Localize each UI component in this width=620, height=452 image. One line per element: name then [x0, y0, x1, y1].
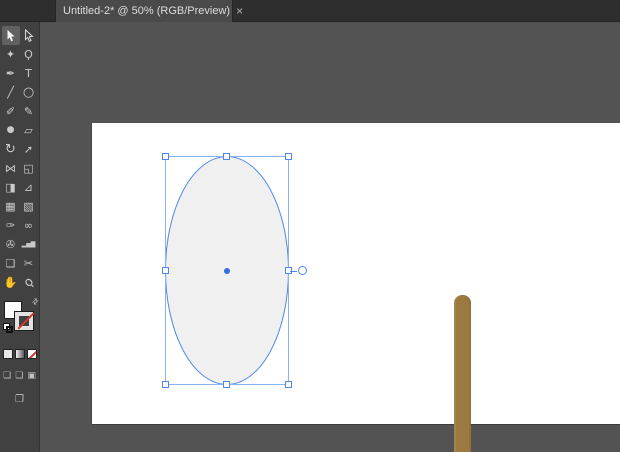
gradient-button[interactable]	[15, 349, 25, 359]
mesh-tool[interactable]: ▦	[2, 197, 20, 216]
paint-style-buttons	[3, 349, 37, 359]
artboard-icon: ❏	[6, 258, 16, 269]
blob-brush-tool[interactable]: ●	[2, 121, 20, 140]
artboard-tool[interactable]: ❏	[2, 254, 20, 273]
direct-selection-arrow-icon	[22, 29, 36, 43]
gradient-icon: ▧	[23, 201, 33, 212]
shape-builder-tool[interactable]: ◨	[2, 178, 20, 197]
free-transform-tool[interactable]: ◱	[20, 159, 38, 178]
pencil-tool[interactable]: ✎	[20, 102, 38, 121]
brown-rod-shape[interactable]	[454, 295, 471, 452]
width-icon: ⋈	[5, 163, 16, 174]
eraser-tool[interactable]: ▱	[20, 121, 38, 140]
symbol-sprayer-tool[interactable]: ✇	[2, 235, 20, 254]
scale-tool[interactable]: ➚	[20, 140, 38, 159]
selection-handle-middle-left[interactable]	[162, 267, 169, 274]
magic-wand-icon: ✦	[6, 49, 15, 60]
slice-tool[interactable]: ✂	[20, 254, 38, 273]
symbol-sprayer-icon: ✇	[6, 239, 15, 250]
pen-icon: ✒	[6, 68, 15, 79]
blob-brush-icon: ●	[7, 126, 15, 135]
selection-tool[interactable]	[2, 26, 20, 45]
scale-icon: ➚	[24, 144, 33, 155]
pen-tool[interactable]: ✒	[2, 64, 20, 83]
free-transform-icon: ◱	[23, 163, 33, 174]
selection-handle-top-middle[interactable]	[223, 153, 230, 160]
hand-tool[interactable]: ✋	[2, 273, 20, 292]
type-tool[interactable]: T	[20, 64, 38, 83]
perspective-grid-icon: ⊿	[24, 182, 33, 193]
eraser-icon: ▱	[24, 125, 32, 136]
document-tab[interactable]: Untitled-2* @ 50% (RGB/Preview) ×	[55, 0, 233, 22]
ellipse-tool[interactable]: ○	[20, 83, 38, 102]
width-tool[interactable]: ⋈	[2, 159, 20, 178]
line-segment-icon: ╱	[7, 87, 14, 98]
default-stroke-mini	[6, 326, 13, 333]
screen-mode-button[interactable]: ❐	[15, 394, 24, 405]
default-fill-stroke-icon[interactable]	[3, 323, 13, 333]
color-button[interactable]	[3, 349, 13, 359]
illustrator-window: Untitled-2* @ 50% (RGB/Preview) × ✦ Ϙ ✒ …	[0, 0, 620, 452]
tools-grid: ✦ Ϙ ✒ T ╱ ○ ✐ ✎ ● ▱ ↻ ➚ ⋈ ◱ ◨ ⊿ ▦ ▧ ✑ ∞ …	[2, 26, 38, 292]
tools-panel: ✦ Ϙ ✒ T ╱ ○ ✐ ✎ ● ▱ ↻ ➚ ⋈ ◱ ◨ ⊿ ▦ ▧ ✑ ∞ …	[0, 22, 40, 452]
selection-arrow-icon	[4, 29, 18, 43]
zoom-tool[interactable]: ϙ	[20, 273, 38, 292]
perspective-grid-tool[interactable]: ⊿	[20, 178, 38, 197]
ellipse-icon: ○	[23, 86, 34, 99]
magic-wand-tool[interactable]: ✦	[2, 45, 20, 64]
ellipse-center-point[interactable]	[224, 268, 230, 274]
selection-handle-bottom-middle[interactable]	[223, 381, 230, 388]
eyedropper-icon: ✑	[6, 220, 15, 231]
rotate-icon: ↻	[5, 143, 16, 156]
paintbrush-icon: ✐	[6, 106, 15, 117]
selection-handle-top-right[interactable]	[285, 153, 292, 160]
mesh-icon: ▦	[5, 201, 15, 212]
zoom-icon: ϙ	[21, 275, 36, 290]
gradient-tool[interactable]: ▧	[20, 197, 38, 216]
none-button[interactable]	[27, 349, 37, 359]
lasso-tool[interactable]: Ϙ	[20, 45, 38, 64]
selection-handle-bottom-left[interactable]	[162, 381, 169, 388]
column-graph-tool[interactable]: ▂▅▇	[20, 235, 38, 254]
selection-handle-bottom-right[interactable]	[285, 381, 292, 388]
blend-tool[interactable]: ∞	[20, 216, 38, 235]
selection-handle-top-left[interactable]	[162, 153, 169, 160]
draw-normal-icon[interactable]: ❏	[3, 371, 11, 381]
column-graph-icon: ▂▅▇	[22, 242, 36, 248]
hand-icon: ✋	[4, 277, 18, 288]
shape-builder-icon: ◨	[5, 182, 15, 193]
none-stroke-slash-icon	[17, 313, 34, 330]
eyedropper-tool[interactable]: ✑	[2, 216, 20, 235]
side-rotate-widget-icon[interactable]	[298, 266, 307, 275]
draw-behind-icon[interactable]: ❑	[15, 371, 23, 381]
close-tab-icon[interactable]: ×	[230, 5, 243, 17]
rotate-tool[interactable]: ↻	[2, 140, 20, 159]
direct-selection-tool[interactable]	[20, 26, 38, 45]
blend-icon: ∞	[24, 220, 33, 231]
line-segment-tool[interactable]: ╱	[2, 83, 20, 102]
fill-stroke-controls: ⇄	[4, 301, 36, 337]
side-widget-stem	[290, 271, 297, 272]
pencil-icon: ✎	[24, 106, 33, 117]
slice-icon: ✂	[24, 258, 33, 269]
document-tab-title: Untitled-2* @ 50% (RGB/Preview)	[63, 5, 230, 17]
lasso-icon: Ϙ	[24, 49, 33, 60]
draw-inside-icon[interactable]: ▣	[27, 371, 36, 381]
stroke-color-swatch[interactable]	[15, 312, 33, 330]
type-icon: T	[25, 68, 32, 79]
drawing-mode-buttons: ❏ ❑ ▣	[3, 371, 36, 381]
pasteboard[interactable]	[40, 22, 620, 452]
selection-bounding-box[interactable]	[165, 156, 289, 385]
paintbrush-tool[interactable]: ✐	[2, 102, 20, 121]
document-tab-bar: Untitled-2* @ 50% (RGB/Preview) ×	[0, 0, 620, 22]
